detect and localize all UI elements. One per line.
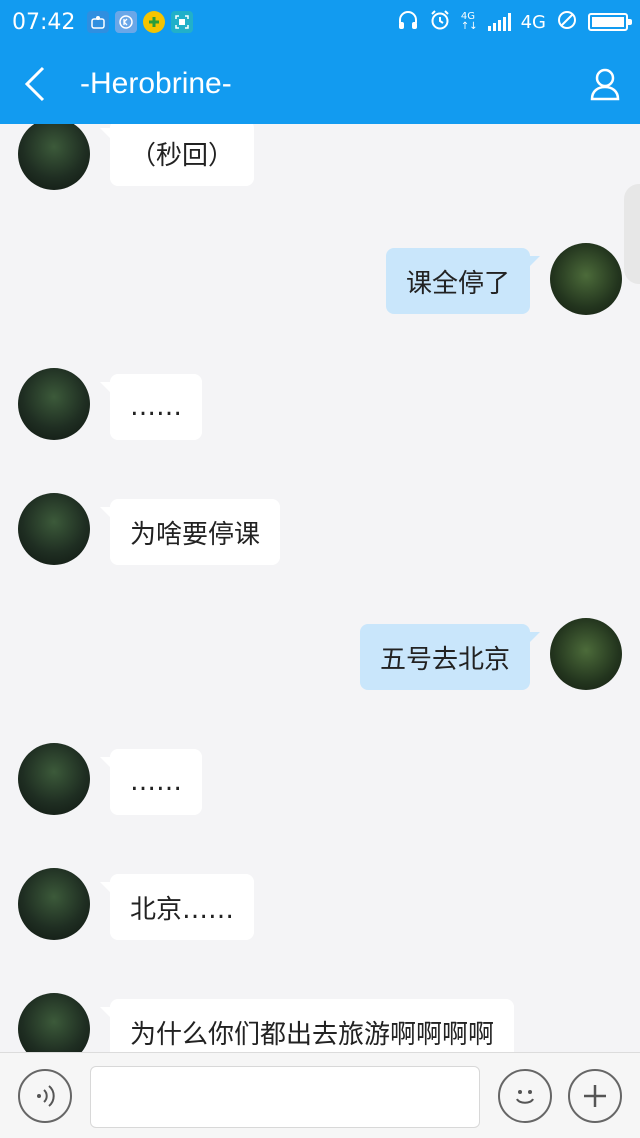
message-bubble[interactable]: （秒回） — [99, 124, 255, 186]
contact-avatar[interactable] — [18, 368, 90, 440]
message-bubble[interactable]: …… — [100, 374, 202, 440]
battery-icon — [588, 13, 632, 31]
contact-avatar[interactable] — [18, 743, 90, 815]
message-bubble[interactable]: 为啥要停课 — [99, 499, 281, 565]
self-avatar[interactable] — [550, 243, 622, 315]
4g-small-icon: 4G ↑↓ — [460, 11, 478, 32]
app-icon — [87, 11, 110, 33]
alarm-icon — [429, 9, 451, 36]
chat-area[interactable]: （秒回） 课全停了 …… 为啥要停课 五号去北京 …… 北京…… 为什么你们都出… — [0, 124, 640, 1052]
contact-avatar[interactable] — [18, 124, 90, 190]
message-input[interactable] — [90, 1066, 480, 1128]
headphones-icon — [397, 9, 419, 36]
emoji-button[interactable] — [498, 1069, 552, 1123]
voice-icon — [37, 1085, 55, 1107]
input-bar — [0, 1052, 640, 1138]
k-icon — [115, 11, 138, 33]
contact-avatar[interactable] — [18, 493, 90, 565]
status-right: 4G ↑↓ 4G — [397, 9, 632, 36]
contact-avatar[interactable] — [18, 993, 90, 1052]
self-avatar[interactable] — [550, 618, 622, 690]
message-bubble[interactable]: 为什么你们都出去旅游啊啊啊啊 — [99, 999, 515, 1052]
message-bubble[interactable]: 北京…… — [99, 874, 255, 940]
scroll-indicator — [624, 184, 640, 284]
back-button[interactable] — [0, 44, 70, 124]
message-bubble[interactable]: 课全停了 — [385, 248, 541, 314]
profile-button[interactable] — [570, 44, 640, 124]
back-icon — [24, 66, 45, 102]
network-label: 4G — [520, 11, 546, 33]
dnd-icon — [556, 9, 578, 36]
plus-app-icon — [143, 11, 166, 33]
plus-icon — [584, 1085, 606, 1107]
smile-icon — [516, 1090, 534, 1104]
user-icon — [590, 68, 620, 101]
message-bubble[interactable]: …… — [100, 749, 202, 815]
page-title: -Herobrine- — [80, 67, 232, 100]
voice-button[interactable] — [18, 1069, 72, 1123]
contact-avatar[interactable] — [18, 868, 90, 940]
message-bubble[interactable]: 五号去北京 — [359, 624, 541, 690]
notification-icons — [87, 11, 194, 33]
more-button[interactable] — [568, 1069, 622, 1123]
signal-icon — [487, 13, 511, 31]
chat-header: -Herobrine- — [0, 44, 640, 124]
status-bar: 07:42 4G ↑↓ 4G — [0, 0, 640, 44]
scan-icon — [171, 11, 194, 33]
status-time: 07:42 — [12, 9, 76, 35]
